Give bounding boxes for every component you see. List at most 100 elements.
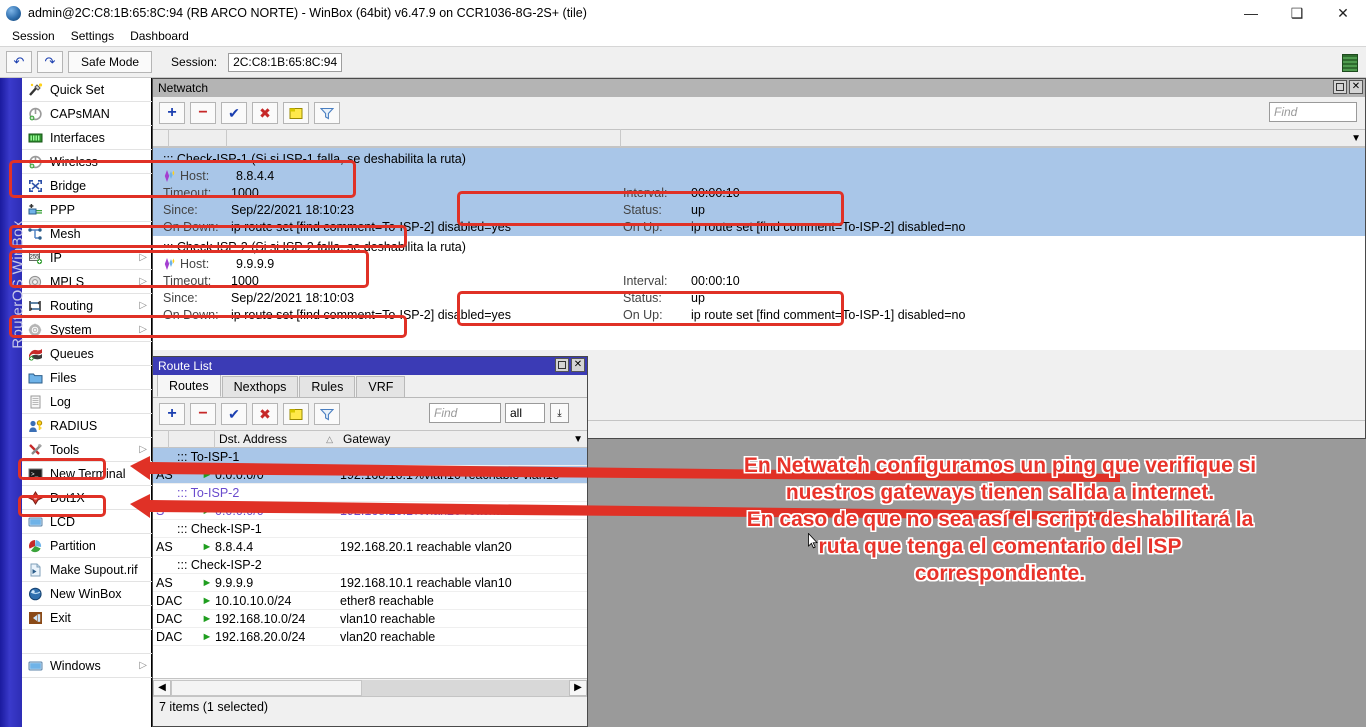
comment-icon[interactable] xyxy=(283,102,309,124)
sidebar-item-lcd[interactable]: LCD xyxy=(22,510,152,534)
tab-routes[interactable]: Routes xyxy=(157,374,221,397)
netwatch-maximize-button[interactable] xyxy=(1333,80,1347,94)
route-list-horizontal-scrollbar[interactable]: ◀ ▶ xyxy=(153,678,587,696)
col-dst-address[interactable]: Dst. Address △ xyxy=(215,430,339,448)
bridge-icon xyxy=(27,178,44,194)
menu-session[interactable]: Session xyxy=(4,27,63,45)
chevron-down-icon[interactable]: ⤓ xyxy=(550,403,569,423)
table-row[interactable]: ::: Check-ISP-1 xyxy=(153,520,587,538)
chevron-down-icon[interactable]: ▼ xyxy=(573,434,583,445)
sidebar-item-exit[interactable]: Exit xyxy=(22,606,152,630)
enable-button[interactable]: ✔ xyxy=(221,102,247,124)
sidebar-item-tools[interactable]: Tools ▷ xyxy=(22,438,152,462)
close-button[interactable]: ✕ xyxy=(1320,0,1366,26)
disable-button[interactable]: ✖ xyxy=(252,403,278,425)
menu-dashboard[interactable]: Dashboard xyxy=(122,27,197,45)
netwatch-find-input[interactable]: Find xyxy=(1269,102,1357,122)
lcd-icon xyxy=(27,514,44,530)
interval-value: 00:00:10 xyxy=(691,186,740,200)
sidebar-item-label: New WinBox xyxy=(50,587,122,601)
route-active-icon: ► xyxy=(199,577,215,589)
sidebar-item-ip[interactable]: 255 IP ▷ xyxy=(22,246,152,270)
sidebar-item-mesh[interactable]: Mesh xyxy=(22,222,152,246)
tools-icon xyxy=(27,442,44,458)
sidebar-item-quick-set[interactable]: Quick Set xyxy=(22,78,152,102)
netwatch-entry[interactable]: ::: Check-ISP-2 (Si si ISP-2 falla, se d… xyxy=(153,236,1365,324)
session-value[interactable]: 2C:C8:1B:65:8C:94 xyxy=(228,53,342,72)
sidebar-item-new-winbox[interactable]: New WinBox xyxy=(22,582,152,606)
sidebar-item-mpls[interactable]: MPLS ▷ xyxy=(22,270,152,294)
entry-on-down-row: On Down: ip route set [find comment=To-I… xyxy=(163,306,511,323)
sidebar-item-dot1x[interactable]: Dot1X xyxy=(22,486,152,510)
sidebar-item-partition[interactable]: Partition xyxy=(22,534,152,558)
netwatch-titlebar[interactable]: Netwatch ✕ xyxy=(153,79,1365,97)
scroll-thumb[interactable] xyxy=(171,680,362,696)
sidebar-item-queues[interactable]: Queues xyxy=(22,342,152,366)
timeout-value: 1000 xyxy=(231,186,259,200)
sidebar-item-make-supout[interactable]: Make Supout.rif xyxy=(22,558,152,582)
tab-nexthops[interactable]: Nexthops xyxy=(222,376,299,397)
col-gateway[interactable]: Gateway xyxy=(339,430,587,448)
add-button[interactable]: + xyxy=(159,102,185,124)
netwatch-window-buttons: ✕ xyxy=(1333,80,1363,94)
filter-icon[interactable] xyxy=(314,403,340,425)
remove-button[interactable]: − xyxy=(190,403,216,425)
annotation-caption: En Netwatch configuramos un ping que ver… xyxy=(640,452,1360,587)
netwatch-close-button[interactable]: ✕ xyxy=(1349,80,1363,94)
sidebar-item-wireless[interactable]: Wireless xyxy=(22,150,152,174)
scroll-left-icon[interactable]: ◀ xyxy=(153,680,171,696)
sidebar-item-new-terminal[interactable]: >_ New Terminal xyxy=(22,462,152,486)
table-row[interactable]: ::: To-ISP-1 xyxy=(153,448,587,466)
scroll-right-icon[interactable]: ▶ xyxy=(569,680,587,696)
route-dst-address: 8.8.4.4 xyxy=(215,540,340,554)
caption-line: En Netwatch configuramos un ping que ver… xyxy=(640,452,1360,479)
minimize-button[interactable]: — xyxy=(1228,0,1274,26)
safe-mode-button[interactable]: Safe Mode xyxy=(68,51,152,73)
route-find-input[interactable]: Find xyxy=(429,403,501,423)
chevron-down-icon[interactable]: ▼ xyxy=(1351,133,1361,144)
table-row[interactable]: DAC ► 192.168.20.0/24 vlan20 reachable xyxy=(153,628,587,646)
sidebar-item-files[interactable]: Files xyxy=(22,366,152,390)
table-row[interactable]: DAC ► 10.10.10.0/24 ether8 reachable xyxy=(153,592,587,610)
enable-button[interactable]: ✔ xyxy=(221,403,247,425)
filter-icon[interactable] xyxy=(314,102,340,124)
redo-icon[interactable]: ↷ xyxy=(37,51,63,73)
table-row[interactable]: AS ► 9.9.9.9 192.168.10.1 reachable vlan… xyxy=(153,574,587,592)
disable-button[interactable]: ✖ xyxy=(252,102,278,124)
tab-vrf[interactable]: VRF xyxy=(356,376,405,397)
tab-rules[interactable]: Rules xyxy=(299,376,355,397)
maximize-button[interactable]: ❑ xyxy=(1274,0,1320,26)
sidebar-item-routing[interactable]: Routing ▷ xyxy=(22,294,152,318)
netwatch-entry[interactable]: ::: Check-ISP-1 (Si si ISP-1 falla, se d… xyxy=(153,148,1365,236)
route-list-close-button[interactable]: ✕ xyxy=(571,358,585,372)
add-button[interactable]: + xyxy=(159,403,185,425)
sidebar-item-system[interactable]: System ▷ xyxy=(22,318,152,342)
sidebar-item-ppp[interactable]: PPP xyxy=(22,198,152,222)
sidebar-brand-strip: RouterOS WinBox xyxy=(0,78,22,727)
remove-button[interactable]: − xyxy=(190,102,216,124)
sidebar-item-bridge[interactable]: Bridge xyxy=(22,174,152,198)
sidebar-item-interfaces[interactable]: Interfaces xyxy=(22,126,152,150)
sidebar-item-capsman[interactable]: CAPsMAN xyxy=(22,102,152,126)
netwatch-column-header: ▼ xyxy=(153,129,1365,147)
table-row[interactable]: S ► 0.0.0.0/0 192.168.20.1%vlan20 reacha… xyxy=(153,502,587,520)
table-row[interactable]: AS ► 8.8.4.4 192.168.20.1 reachable vlan… xyxy=(153,538,587,556)
table-row[interactable]: AS ► 0.0.0.0/0 192.168.10.1%vlan10 reach… xyxy=(153,466,587,484)
sidebar-item-log[interactable]: Log xyxy=(22,390,152,414)
undo-icon[interactable]: ↶ xyxy=(6,51,32,73)
table-row[interactable]: ::: To-ISP-2 xyxy=(153,484,587,502)
entry-status-row: Status: up xyxy=(623,201,705,218)
route-gateway: ether8 reachable xyxy=(340,594,587,608)
comment-icon[interactable] xyxy=(283,403,309,425)
lcd-icon xyxy=(27,658,44,674)
sidebar-item-windows[interactable]: Windows ▷ xyxy=(22,654,152,678)
route-list-maximize-button[interactable] xyxy=(555,358,569,372)
route-dst-address: 0.0.0.0/0 xyxy=(215,504,340,518)
sidebar-item-radius[interactable]: RADIUS xyxy=(22,414,152,438)
route-list-titlebar[interactable]: Route List ✕ xyxy=(153,357,587,375)
table-row[interactable]: DAC ► 192.168.10.0/24 vlan10 reachable xyxy=(153,610,587,628)
menu-settings[interactable]: Settings xyxy=(63,27,122,45)
table-row[interactable]: ::: Check-ISP-2 xyxy=(153,556,587,574)
route-filter-select[interactable]: all xyxy=(505,403,545,423)
scroll-track[interactable] xyxy=(171,680,569,696)
